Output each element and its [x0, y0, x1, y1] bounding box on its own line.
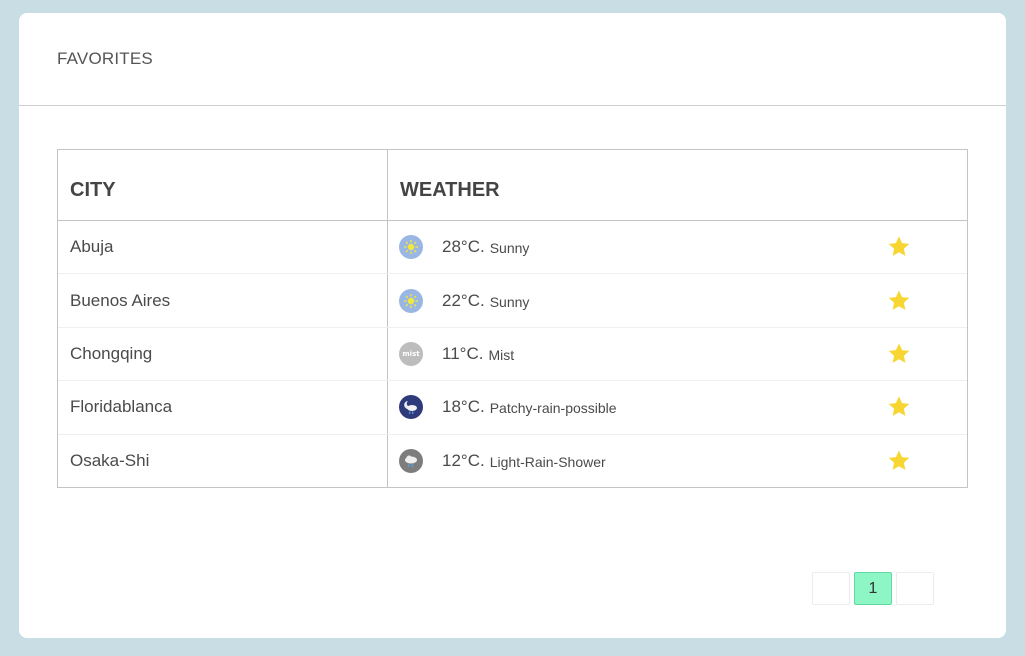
table-header: CITY WEATHER: [58, 150, 967, 221]
weather-cell: 28°C. Sunny: [388, 221, 967, 273]
page-button-current[interactable]: 1: [854, 572, 892, 605]
column-header-weather: WEATHER: [400, 178, 500, 201]
column-header-city: CITY: [58, 150, 388, 220]
star-icon[interactable]: [887, 395, 911, 419]
table-row: Floridablanca 18°C. Patchy-rain-possible: [58, 381, 967, 435]
weather-description: Sunny: [489, 240, 530, 257]
city-name: Buenos Aires: [58, 274, 388, 327]
temperature: 11°C.: [442, 343, 484, 363]
table-row: Chongqing mist 11°C. Mist: [58, 327, 967, 382]
star-icon[interactable]: [887, 342, 911, 366]
city-name: Chongqing: [58, 327, 388, 381]
temperature: 28°C.: [442, 237, 485, 257]
city-name: Floridablanca: [58, 381, 388, 434]
pagination: 1: [812, 572, 934, 605]
light-rain-shower-icon: [399, 449, 423, 474]
prev-page-button[interactable]: [812, 572, 850, 605]
weather-description: Sunny: [489, 293, 530, 310]
weather-description: Light-Rain-Shower: [489, 454, 606, 471]
favorites-table: CITY WEATHER Abuja 28°C. Sunny Buenos Ai…: [57, 149, 968, 488]
star-icon[interactable]: [887, 449, 911, 473]
table-row: Buenos Aires 22°C. Sunny: [58, 274, 967, 328]
sunny-icon: [399, 235, 423, 260]
city-name: Osaka-Shi: [58, 434, 388, 488]
weather-cell: 18°C. Patchy-rain-possible: [388, 381, 967, 433]
favorites-card: FAVORITES CITY WEATHER Abuja 28°C. Sunny…: [19, 13, 1006, 638]
weather-description: Patchy-rain-possible: [489, 400, 617, 417]
city-name: Abuja: [58, 221, 388, 274]
table-row: Osaka-Shi 12°C. Light-Rain-Shower: [58, 434, 967, 488]
temperature: 22°C.: [442, 290, 485, 310]
temperature: 18°C.: [442, 397, 485, 417]
page-title: FAVORITES: [57, 49, 153, 68]
mist-icon: mist: [399, 341, 423, 366]
table-row: Abuja 28°C. Sunny: [58, 221, 967, 275]
weather-cell: mist 11°C. Mist: [388, 328, 967, 380]
weather-description: Mist: [488, 346, 515, 363]
patchy-rain-night-icon: [399, 395, 423, 420]
next-page-button[interactable]: [896, 572, 934, 605]
star-icon[interactable]: [887, 235, 911, 259]
weather-cell: 22°C. Sunny: [388, 274, 967, 326]
weather-cell: 12°C. Light-Rain-Shower: [388, 435, 967, 488]
sunny-icon: [399, 288, 423, 313]
temperature: 12°C.: [442, 451, 485, 471]
card-header: FAVORITES: [19, 13, 1006, 106]
star-icon[interactable]: [887, 289, 911, 313]
